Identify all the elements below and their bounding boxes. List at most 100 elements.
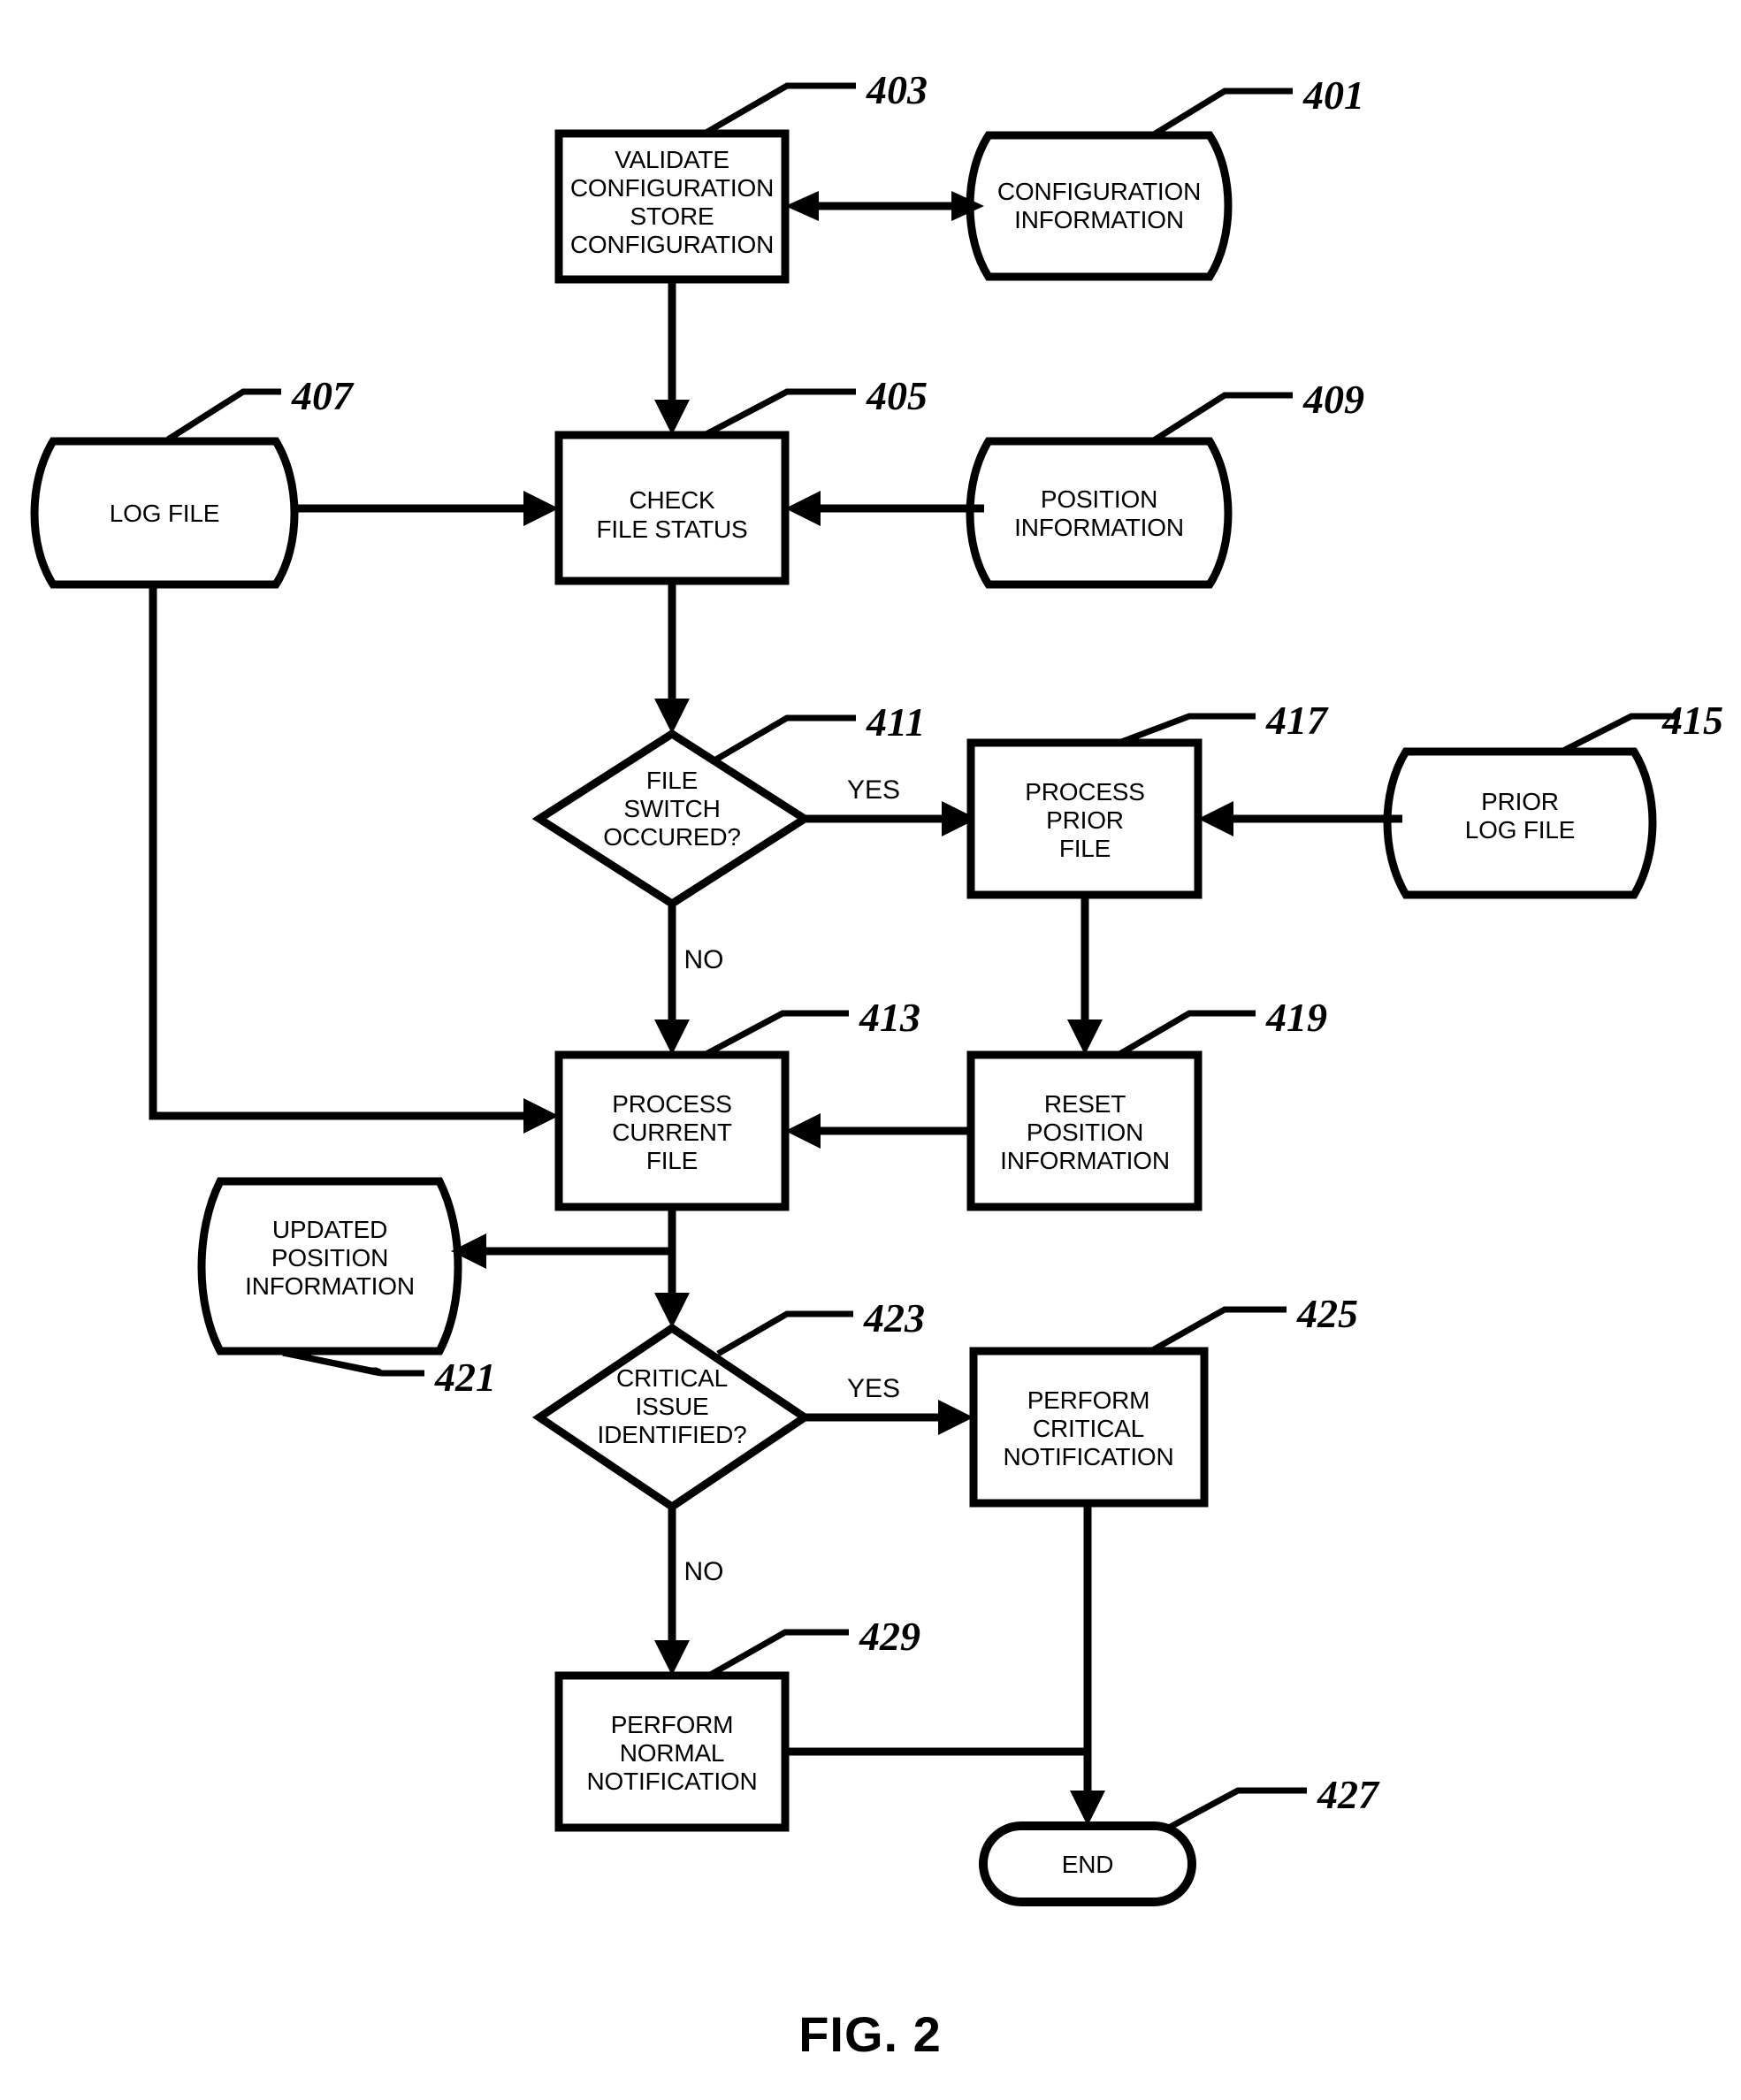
node-critical-issue-decision[interactable]: CRITICAL ISSUE IDENTIFIED?: [531, 1323, 813, 1512]
figure-caption: FIG. 2: [798, 2006, 942, 2062]
arrowhead-405-left: [523, 491, 559, 526]
node-process-current-file[interactable]: PROCESS CURRENT FILE: [554, 1050, 790, 1211]
arrowhead-425-left: [938, 1400, 974, 1435]
node-403-line-2: CONFIGURATION: [570, 174, 774, 202]
node-423-line-3: IDENTIFIED?: [598, 1421, 747, 1448]
node-413-line-1: PROCESS: [612, 1090, 732, 1118]
node-429-line-3: NOTIFICATION: [586, 1768, 757, 1795]
arrowhead-405-top: [654, 400, 690, 435]
ref-leader-427: 427: [1165, 1772, 1380, 1832]
node-perform-normal-notification[interactable]: PERFORM NORMAL NOTIFICATION: [554, 1671, 790, 1832]
ref-leader-419: 419: [1115, 995, 1327, 1059]
arrowhead-419-top: [1067, 1019, 1103, 1055]
node-425-line-1: PERFORM: [1027, 1386, 1150, 1414]
node-421-line-3: INFORMATION: [245, 1272, 415, 1300]
node-423-line-1: CRITICAL: [616, 1364, 728, 1392]
node-411-line-3: OCCURED?: [603, 823, 741, 851]
node-419-line-1: RESET: [1044, 1090, 1126, 1118]
node-419-line-3: INFORMATION: [1000, 1147, 1170, 1174]
connector-407-405: [294, 491, 559, 526]
ref-number-407: 407: [291, 373, 355, 418]
node-421-line-2: POSITION: [271, 1244, 388, 1271]
node-425-line-3: NOTIFICATION: [1003, 1443, 1173, 1470]
node-configuration-information[interactable]: CONFIGURATION INFORMATION: [966, 131, 1233, 281]
arrowhead-423-top: [654, 1293, 690, 1328]
node-415-line-1: PRIOR: [1481, 788, 1559, 815]
arrowhead-405-right: [785, 491, 821, 526]
node-perform-critical-notification[interactable]: PERFORM CRITICAL NOTIFICATION: [969, 1347, 1209, 1508]
node-417-line-2: PRIOR: [1046, 806, 1124, 834]
ref-number-409: 409: [1302, 377, 1364, 422]
connector-411-417-yes: YES: [805, 775, 977, 836]
node-401-line-1: CONFIGURATION: [997, 178, 1201, 205]
node-407-line-1: LOG FILE: [110, 500, 219, 527]
node-409-line-1: POSITION: [1041, 485, 1157, 513]
ref-number-411: 411: [866, 699, 925, 745]
ref-number-429: 429: [859, 1614, 920, 1659]
node-position-information[interactable]: POSITION INFORMATION: [966, 437, 1233, 589]
branch-label-file-switch-no: NO: [684, 945, 724, 974]
ref-number-401: 401: [1302, 73, 1364, 118]
ref-leader-409: 409: [1152, 377, 1364, 443]
connector-403-401: [785, 191, 984, 221]
flowchart-canvas: VALIDATE CONFIGURATION STORE CONFIGURATI…: [30, 67, 1723, 2062]
node-403-line-4: CONFIGURATION: [570, 231, 774, 258]
ref-leader-407: 407: [166, 373, 355, 442]
connector-413-421: [451, 1233, 672, 1269]
ref-number-413: 413: [859, 995, 920, 1040]
node-validate-configuration[interactable]: VALIDATE CONFIGURATION STORE CONFIGURATI…: [554, 129, 790, 284]
ref-leader-401: 401: [1152, 73, 1364, 137]
connector-409-405: [785, 491, 984, 526]
node-check-file-status[interactable]: CHECK FILE STATUS: [554, 431, 790, 585]
branch-label-file-switch-yes: YES: [847, 775, 900, 805]
arrowhead-429-top: [654, 1640, 690, 1676]
node-417-line-1: PROCESS: [1025, 778, 1145, 806]
ref-number-421: 421: [434, 1355, 496, 1400]
arrowhead-413-right: [785, 1113, 821, 1149]
ref-number-419: 419: [1265, 995, 1327, 1040]
arrowhead-417-right: [1198, 801, 1233, 836]
node-405-line-2: FILE STATUS: [596, 515, 747, 543]
node-411-line-2: SWITCH: [623, 795, 720, 822]
node-413-line-2: CURRENT: [612, 1119, 732, 1146]
ref-number-405: 405: [866, 373, 928, 418]
ref-number-425: 425: [1296, 1291, 1358, 1336]
node-reset-position-information[interactable]: RESET POSITION INFORMATION: [966, 1050, 1203, 1211]
node-405-line-1: CHECK: [629, 486, 715, 514]
node-log-file[interactable]: LOG FILE: [30, 437, 299, 589]
arrowhead-411-top: [654, 699, 690, 734]
connector-407-413: [149, 584, 559, 1134]
node-419-line-2: POSITION: [1027, 1119, 1143, 1146]
node-prior-log-file[interactable]: PRIOR LOG FILE: [1383, 747, 1657, 899]
ref-leader-413: 413: [701, 995, 920, 1059]
connector-411-413-no: NO: [654, 904, 724, 1055]
node-421-line-1: UPDATED: [272, 1216, 387, 1243]
node-425-line-2: CRITICAL: [1033, 1415, 1144, 1442]
node-417-line-3: FILE: [1059, 835, 1111, 862]
node-427-label: END: [1062, 1851, 1114, 1878]
node-end[interactable]: END: [979, 1821, 1196, 1906]
patent-figure: VALIDATE CONFIGURATION STORE CONFIGURATI…: [0, 0, 1741, 2100]
data-store-shape-409: [966, 437, 1233, 589]
node-file-switch-decision[interactable]: FILE SWITCH OCCURED?: [531, 729, 813, 909]
ref-leader-425: 425: [1148, 1291, 1358, 1355]
connector-423-425-yes: YES: [805, 1374, 974, 1435]
ref-leader-423: 423: [716, 1295, 925, 1357]
node-process-prior-file[interactable]: PROCESS PRIOR FILE: [966, 738, 1203, 899]
ref-number-423: 423: [863, 1295, 925, 1340]
ref-leader-417: 417: [1115, 698, 1329, 747]
node-updated-position-information[interactable]: UPDATED POSITION INFORMATION: [197, 1177, 462, 1355]
node-415-line-2: LOG FILE: [1465, 816, 1575, 844]
connector-415-417: [1198, 801, 1402, 836]
branch-label-critical-issue-no: NO: [684, 1557, 724, 1586]
branch-label-critical-issue-yes: YES: [847, 1374, 900, 1403]
arrowhead-end-top: [1070, 1791, 1105, 1826]
node-429-line-2: NORMAL: [620, 1739, 725, 1767]
connector-417-419: [1067, 895, 1103, 1055]
connector-419-413: [785, 1113, 967, 1149]
node-423-line-2: ISSUE: [635, 1393, 708, 1420]
node-413-line-3: FILE: [646, 1147, 698, 1174]
ref-leader-411: 411: [713, 699, 925, 764]
ref-number-417: 417: [1265, 698, 1329, 743]
node-429-line-1: PERFORM: [611, 1711, 734, 1738]
